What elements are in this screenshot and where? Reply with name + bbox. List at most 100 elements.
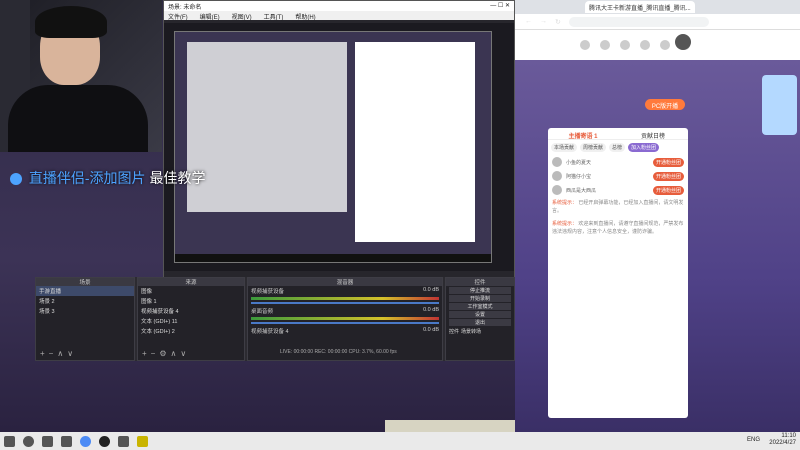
fan-tag[interactable]: 开通粉丝团	[652, 157, 684, 167]
caption-blue: 直播伴侣-添加图片	[28, 170, 146, 186]
channel-name: 视频捕获设备 4	[251, 329, 289, 335]
taskview-icon[interactable]	[42, 435, 53, 447]
app-icon[interactable]	[118, 435, 129, 447]
windows-icon[interactable]	[4, 435, 15, 447]
site-header	[515, 30, 800, 60]
source-item[interactable]: 图像 1	[138, 296, 244, 306]
window-controls[interactable]: — ☐ ✕	[490, 2, 510, 10]
tab-controls[interactable]: 控件	[449, 328, 459, 335]
list-item: 西瓜是大西瓜 开通粉丝团	[548, 183, 688, 197]
pill-total[interactable]: 总榜	[609, 143, 626, 152]
source-item[interactable]: 文本 (GDI+) 11	[138, 316, 244, 326]
obs-titlebar: 场景: 未命名 — ☐ ✕	[164, 1, 514, 11]
pc-broadcast-button[interactable]: PC版开播	[645, 99, 685, 110]
volume-slider[interactable]	[251, 322, 439, 324]
source-item[interactable]: 视频捕获设备 4	[138, 306, 244, 316]
exit-button[interactable]: 退出	[449, 319, 511, 326]
start-record-button[interactable]: 开始录制	[449, 295, 511, 302]
avatar	[552, 185, 562, 195]
bottom-tabs: 控件 场景转场	[446, 327, 514, 336]
channel-db: 0.0 dB	[423, 287, 439, 293]
tab-anchor-msg[interactable]: 主播寄语 1	[548, 128, 618, 140]
browser-tabbar: 腾讯大王卡新游直播_腾讯直播_腾讯...	[515, 0, 800, 14]
source-item[interactable]: 图像	[138, 286, 244, 296]
clock-date: 2022/4/27	[769, 440, 796, 446]
channel-name: 视频捕获设备	[251, 289, 285, 295]
language-indicator[interactable]: ENG	[747, 437, 760, 443]
back-icon[interactable]: ←	[525, 18, 532, 25]
webcam-overlay	[0, 0, 162, 152]
avatar[interactable]	[675, 34, 691, 50]
browser-tab[interactable]: 腾讯大王卡新游直播_腾讯直播_腾讯...	[585, 1, 695, 13]
game-icon[interactable]	[600, 40, 610, 50]
obs-docks: 场景 手游直播 场景 2 场景 3 +−∧∨ 来源 图像 图像 1 视频捕获设备…	[35, 277, 515, 361]
studio-mode-button[interactable]: 工作室模式	[449, 303, 511, 310]
mixer-channel: 视频捕获设备 0.0 dB	[248, 286, 442, 296]
person-hair	[35, 6, 107, 38]
scenes-dock: 场景 手游直播 场景 2 场景 3 +−∧∨	[35, 277, 135, 361]
home-icon[interactable]	[580, 40, 590, 50]
controls-dock: 控件 停止推流 开始录制 工作室模式 设置 退出 控件 场景转场	[445, 277, 515, 361]
menu-view[interactable]: 视图(V)	[232, 12, 252, 21]
fan-name: 阿猫仔小宝	[566, 173, 592, 180]
tab-transitions[interactable]: 场景转场	[461, 328, 481, 335]
browser-urlbar: ← → ↻	[515, 14, 800, 30]
address-input[interactable]	[568, 16, 709, 27]
obs-menubar: 文件(F) 编辑(E) 视图(V) 工具(T) 帮助(H)	[164, 11, 514, 21]
stop-stream-button[interactable]: 停止推流	[449, 287, 511, 294]
controls-title: 控件	[446, 278, 514, 286]
obs-preview[interactable]	[164, 23, 514, 271]
fan-tag[interactable]: 开通粉丝团	[652, 185, 684, 195]
pill-session[interactable]: 本场贡献	[551, 143, 578, 152]
volume-slider[interactable]	[251, 302, 439, 304]
clock[interactable]: 11:10 2022/4/27	[769, 433, 796, 447]
system-message: 系统提示： 已经开启弹幕功能，已经加入直播间，请文明发言。	[548, 197, 688, 218]
pill-week[interactable]: 周榜贡献	[580, 143, 607, 152]
history-icon[interactable]	[620, 40, 630, 50]
menu-help[interactable]: 帮助(H)	[295, 12, 315, 21]
nested-obs-capture	[187, 42, 347, 212]
mixer-channel: 桌面音频 0.0 dB	[248, 306, 442, 316]
scene-item[interactable]: 场景 2	[36, 296, 134, 306]
list-item: 阿猫仔小宝 开通粉丝团	[548, 169, 688, 183]
source-item[interactable]: 文本 (GDI+) 2	[138, 326, 244, 336]
heart-icon[interactable]	[640, 40, 650, 50]
volume-meter	[251, 297, 439, 300]
fan-tag[interactable]: 开通粉丝团	[652, 171, 684, 181]
caption-white: 最佳教学	[149, 170, 206, 186]
chat-bubble-icon	[10, 173, 22, 186]
tab-contribution[interactable]: 贡献日榜	[618, 128, 688, 140]
chat-panel: 主播寄语 1 贡献日榜 本场贡献 周榜贡献 总榜 加入粉丝团 小鱼的夏天 开通粉…	[548, 128, 688, 418]
settings-button[interactable]: 设置	[449, 311, 511, 318]
game-logo	[762, 75, 797, 135]
forward-icon[interactable]: →	[540, 18, 547, 25]
menu-edit[interactable]: 编辑(E)	[200, 12, 220, 21]
channel-name: 桌面音频	[251, 309, 274, 315]
mail-icon[interactable]	[660, 40, 670, 50]
scene-item[interactable]: 场景 3	[36, 306, 134, 316]
mixer-title: 混音器	[248, 278, 442, 286]
avatar	[552, 157, 562, 167]
fan-name: 西瓜是大西瓜	[566, 187, 597, 194]
nested-preview	[174, 31, 492, 263]
scene-tools[interactable]: +−∧∨	[40, 349, 77, 358]
obs-statusbar: LIVE: 00:00:00 REC: 00:00:00 CPU: 3.7%, …	[280, 349, 397, 355]
menu-file[interactable]: 文件(F)	[168, 12, 188, 21]
obs-icon[interactable]	[99, 435, 110, 447]
refresh-icon[interactable]: ↻	[555, 18, 561, 26]
app-icon[interactable]	[137, 435, 148, 447]
search-icon[interactable]	[23, 435, 34, 447]
camera-app-icon[interactable]	[61, 435, 72, 447]
join-fan-button[interactable]: 加入粉丝团	[628, 143, 660, 152]
caption-overlay: 直播伴侣-添加图片 最佳教学	[10, 168, 205, 188]
list-item: 小鱼的夏天 开通粉丝团	[548, 155, 688, 169]
chrome-icon[interactable]	[80, 435, 91, 447]
scene-item[interactable]: 手游直播	[36, 286, 134, 296]
fan-name: 小鱼的夏天	[566, 159, 592, 166]
system-message: 系统提示： 欢迎来到直播间，请遵守直播间规范，严禁发布违法违规内容，注意个人信息…	[548, 218, 688, 239]
bottom-decor	[385, 420, 515, 432]
sources-dock: 来源 图像 图像 1 视频捕获设备 4 文本 (GDI+) 11 文本 (GDI…	[137, 277, 245, 361]
source-tools[interactable]: +−⚙∧∨	[142, 349, 190, 358]
menu-tools[interactable]: 工具(T)	[264, 12, 284, 21]
volume-meter	[251, 317, 439, 320]
